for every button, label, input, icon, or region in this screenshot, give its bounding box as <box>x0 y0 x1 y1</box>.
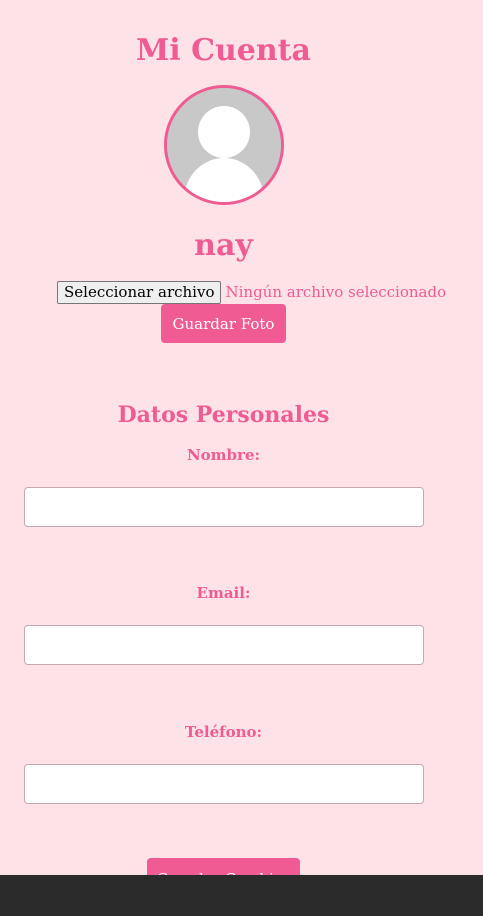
default-user-avatar-icon <box>167 88 281 202</box>
avatar <box>164 85 284 205</box>
save-photo-button[interactable]: Guardar Foto <box>161 304 286 343</box>
username: nay <box>194 228 253 263</box>
nombre-label: Nombre: <box>186 446 261 464</box>
file-picker: Seleccionar archivo Ningún archivo selec… <box>57 280 446 304</box>
select-file-button[interactable]: Seleccionar archivo <box>57 280 222 304</box>
bottom-bar <box>0 875 483 916</box>
email-input[interactable] <box>24 625 424 665</box>
page-title: Mi Cuenta <box>136 33 311 68</box>
telefono-input[interactable] <box>24 764 424 804</box>
nombre-input[interactable] <box>24 487 424 527</box>
personal-data-heading: Datos Personales <box>117 402 330 428</box>
file-status-text: Ningún archivo seleccionado <box>225 283 447 301</box>
email-label: Email: <box>196 584 251 602</box>
telefono-label: Teléfono: <box>184 723 263 741</box>
